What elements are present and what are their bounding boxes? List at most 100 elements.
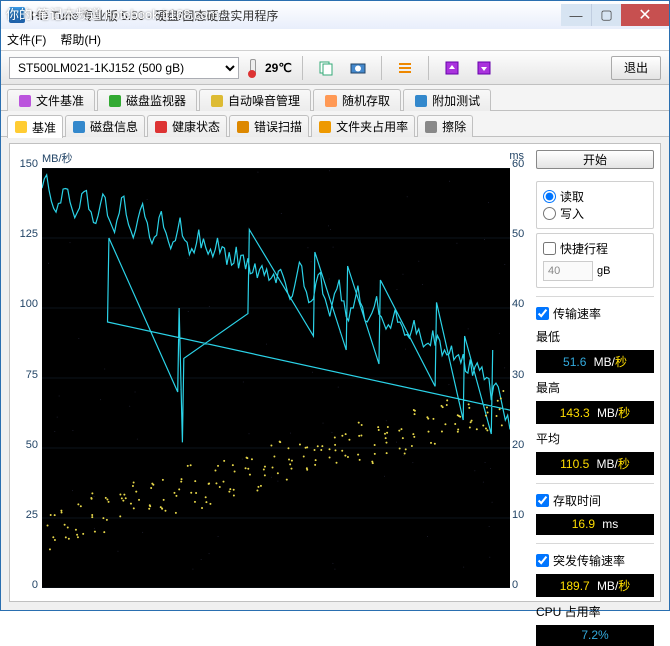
min-label: 最低	[536, 328, 654, 345]
access-time-checkbox[interactable]	[536, 494, 549, 507]
settings-button[interactable]	[392, 56, 418, 80]
tab-strip-upper: 文件基准 磁盘监视器 自动噪音管理 随机存取 附加测试	[1, 85, 669, 111]
tab-label: 基准	[32, 119, 56, 136]
content-area: MB/秒 ms 0255075100125150 0102030405060 开…	[9, 143, 661, 602]
separator	[536, 543, 654, 544]
separator	[536, 483, 654, 484]
y-right-tick: 50	[512, 228, 524, 240]
left-axis-unit: MB/秒	[42, 150, 73, 166]
app-window: HD Tune 专业版 5.50 - 硬盘/固态硬盘实用程序 — ▢ ✕ 文件(…	[0, 0, 670, 611]
tab-erase[interactable]: 擦除	[417, 115, 473, 137]
tab-disk-monitor[interactable]: 磁盘监视器	[97, 89, 197, 111]
access-value: 16.9 ms	[536, 514, 654, 535]
separator	[536, 296, 654, 297]
tab-info[interactable]: 磁盘信息	[65, 115, 145, 137]
shortstroke-unit: gB	[597, 265, 610, 277]
y-right-tick: 40	[512, 298, 524, 310]
menu-help[interactable]: 帮助(H)	[60, 31, 101, 48]
y-axis-right: 0102030405060	[512, 164, 528, 585]
tab-file-bench[interactable]: 文件基准	[7, 89, 95, 111]
shortstroke-box: 快捷行程 gB	[536, 233, 654, 288]
toolbar: ST500LM021-1KJ152 (500 gB) 29℃ 退出	[1, 51, 669, 85]
y-right-tick: 60	[512, 158, 524, 170]
y-left-tick: 125	[20, 228, 38, 240]
transfer-rate-check-row[interactable]: 传输速率	[536, 305, 654, 322]
tab-label: 自动噪音管理	[228, 92, 300, 109]
y-left-tick: 75	[26, 369, 38, 381]
shortstroke-value	[543, 261, 593, 281]
tab-label: 擦除	[442, 118, 466, 135]
screenshot-button[interactable]	[345, 56, 371, 80]
separator	[381, 56, 382, 80]
side-panel: 开始 读取 写入 快捷行程 gB 传输速率 最低 51.6 MB/秒 最高 14…	[536, 150, 654, 595]
y-right-tick: 30	[512, 369, 524, 381]
save-button[interactable]	[439, 56, 465, 80]
tab-error[interactable]: 错误扫描	[229, 115, 309, 137]
tab-health[interactable]: 健康状态	[147, 115, 227, 137]
avg-value: 110.5 MB/秒	[536, 452, 654, 475]
shortstroke-check-row[interactable]: 快捷行程	[543, 240, 647, 257]
tab-label: 随机存取	[342, 92, 390, 109]
plot-svg	[42, 168, 510, 588]
burst-check-row[interactable]: 突发传输速率	[536, 552, 654, 569]
tab-label: 健康状态	[172, 118, 220, 135]
transfer-rate-label: 传输速率	[553, 305, 601, 322]
y-left-tick: 0	[32, 579, 38, 591]
cpu-label: CPU 占用率	[536, 603, 654, 620]
shortstroke-label: 快捷行程	[560, 240, 608, 257]
chart-unit-labels: MB/秒 ms	[16, 150, 528, 168]
y-axis-left: 0255075100125150	[16, 164, 40, 585]
write-label: 写入	[560, 205, 584, 222]
tab-aam[interactable]: 自动噪音管理	[199, 89, 311, 111]
max-value: 143.3 MB/秒	[536, 401, 654, 424]
mode-box: 读取 写入	[536, 181, 654, 229]
read-radio[interactable]	[543, 190, 556, 203]
access-time-check-row[interactable]: 存取时间	[536, 492, 654, 509]
tab-label: 磁盘监视器	[126, 92, 186, 109]
load-button[interactable]	[471, 56, 497, 80]
separator	[302, 56, 303, 80]
y-left-tick: 25	[26, 509, 38, 521]
tab-label: 磁盘信息	[90, 118, 138, 135]
y-left-tick: 150	[20, 158, 38, 170]
exit-button[interactable]: 退出	[611, 56, 661, 80]
mode-write[interactable]: 写入	[543, 205, 647, 222]
tab-folder[interactable]: 文件夹占用率	[311, 115, 415, 137]
tab-label: 附加测试	[432, 92, 480, 109]
y-right-tick: 20	[512, 439, 524, 451]
close-button[interactable]: ✕	[621, 4, 669, 26]
tab-label: 错误扫描	[254, 118, 302, 135]
maximize-button[interactable]: ▢	[591, 4, 621, 26]
burst-checkbox[interactable]	[536, 554, 549, 567]
start-button[interactable]: 开始	[536, 150, 654, 169]
temperature-value: 29℃	[265, 61, 292, 75]
avg-label: 平均	[536, 430, 654, 447]
window-controls: — ▢ ✕	[561, 4, 669, 26]
max-label: 最高	[536, 379, 654, 396]
y-left-tick: 50	[26, 439, 38, 451]
menubar: 文件(F) 帮助(H)	[1, 29, 669, 51]
separator	[428, 56, 429, 80]
burst-value: 189.7 MB/秒	[536, 574, 654, 597]
drive-select[interactable]: ST500LM021-1KJ152 (500 gB)	[9, 57, 239, 79]
minimize-button[interactable]: —	[561, 4, 591, 26]
mode-read[interactable]: 读取	[543, 188, 647, 205]
write-radio[interactable]	[543, 207, 556, 220]
chart-canvas	[42, 168, 510, 588]
tab-benchmark[interactable]: 基准	[7, 115, 63, 138]
menu-file[interactable]: 文件(F)	[7, 31, 46, 48]
tab-label: 文件基准	[36, 92, 84, 109]
tab-label: 文件夹占用率	[336, 118, 408, 135]
access-time-label: 存取时间	[553, 492, 601, 509]
tab-extra[interactable]: 附加测试	[403, 89, 491, 111]
transfer-rate-checkbox[interactable]	[536, 307, 549, 320]
cpu-value: 7.2%	[536, 625, 654, 646]
read-label: 读取	[560, 188, 584, 205]
shortstroke-checkbox[interactable]	[543, 242, 556, 255]
min-value: 51.6 MB/秒	[536, 350, 654, 373]
y-right-tick: 10	[512, 509, 524, 521]
tab-random[interactable]: 随机存取	[313, 89, 401, 111]
thermometer-icon	[245, 58, 259, 78]
tab-strip-lower: 基准 磁盘信息 健康状态 错误扫描 文件夹占用率 擦除	[1, 111, 669, 137]
copy-info-button[interactable]	[313, 56, 339, 80]
